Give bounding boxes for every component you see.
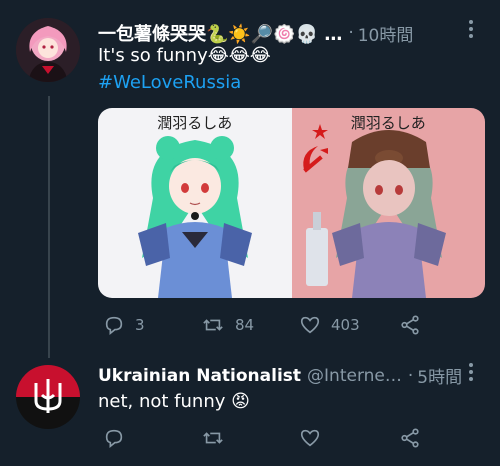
thread-line [48,96,50,358]
like-button[interactable]: 403 [299,314,360,336]
share-icon [401,428,419,448]
more-vertical-icon[interactable] [466,361,476,388]
tweet-text: It's so funny😂😂😂 [98,45,271,66]
media-panel-left: 潤羽るしあ [98,108,292,298]
share-button[interactable] [399,427,421,449]
anime-girl-soviet-illustration [302,124,446,298]
tweet-header: Ukrainian Nationalist @Interne… · 5時間 [98,363,462,389]
like-count: 403 [331,316,360,334]
anime-girl-illustration [138,136,252,298]
share-button[interactable] [399,314,421,336]
time-separator: · [407,365,414,386]
retweet-button[interactable] [201,427,225,449]
avatar[interactable] [16,365,80,429]
reply-button[interactable]: 3 [103,314,145,336]
reply-icon [105,429,123,448]
media-panel-right: 潤羽るしあ [291,108,485,298]
hashtag-link[interactable]: #WeLoveRussia [98,72,241,93]
vodka-bottle-icon [305,212,328,286]
user-handle[interactable]: @Interne… [307,366,402,386]
share-icon [401,315,419,335]
retweet-count: 84 [235,316,255,334]
tweet-header: 一包薯條哭哭🐍☀️🔎🍥💀 … · 10時間 [98,20,413,46]
heart-icon [300,429,320,447]
retweet-button[interactable]: 84 [201,314,254,336]
timestamp[interactable]: 10時間 [358,21,414,46]
retweet-icon [203,319,223,331]
like-button[interactable] [299,427,321,449]
display-name[interactable]: 一包薯條哭哭🐍☀️🔎🍥💀 … [98,20,342,46]
trident-flag-avatar [16,365,80,429]
time-separator: · [348,23,354,43]
more-vertical-icon[interactable] [466,18,476,45]
heart-icon [300,316,320,334]
timestamp[interactable]: 5時間 [417,363,462,388]
retweet-icon [203,432,223,444]
tweet-text: net, not funny 😡 [98,391,250,412]
reply-button[interactable] [103,427,125,449]
avatar-anime-girl-image [16,18,80,82]
display-name[interactable]: Ukrainian Nationalist [98,366,301,386]
avatar[interactable] [16,18,80,82]
reply-count: 3 [135,316,145,334]
hammer-sickle-icon [302,146,328,173]
tweet-media[interactable]: 潤羽るしあ 潤羽るしあ [98,108,485,298]
tweet-reply[interactable]: Ukrainian Nationalist @Interne… · 5時間 ne… [0,345,500,466]
reply-icon [105,316,123,335]
tweet-original[interactable]: 一包薯條哭哭🐍☀️🔎🍥💀 … · 10時間 It's so funny😂😂😂 #… [0,0,500,358]
